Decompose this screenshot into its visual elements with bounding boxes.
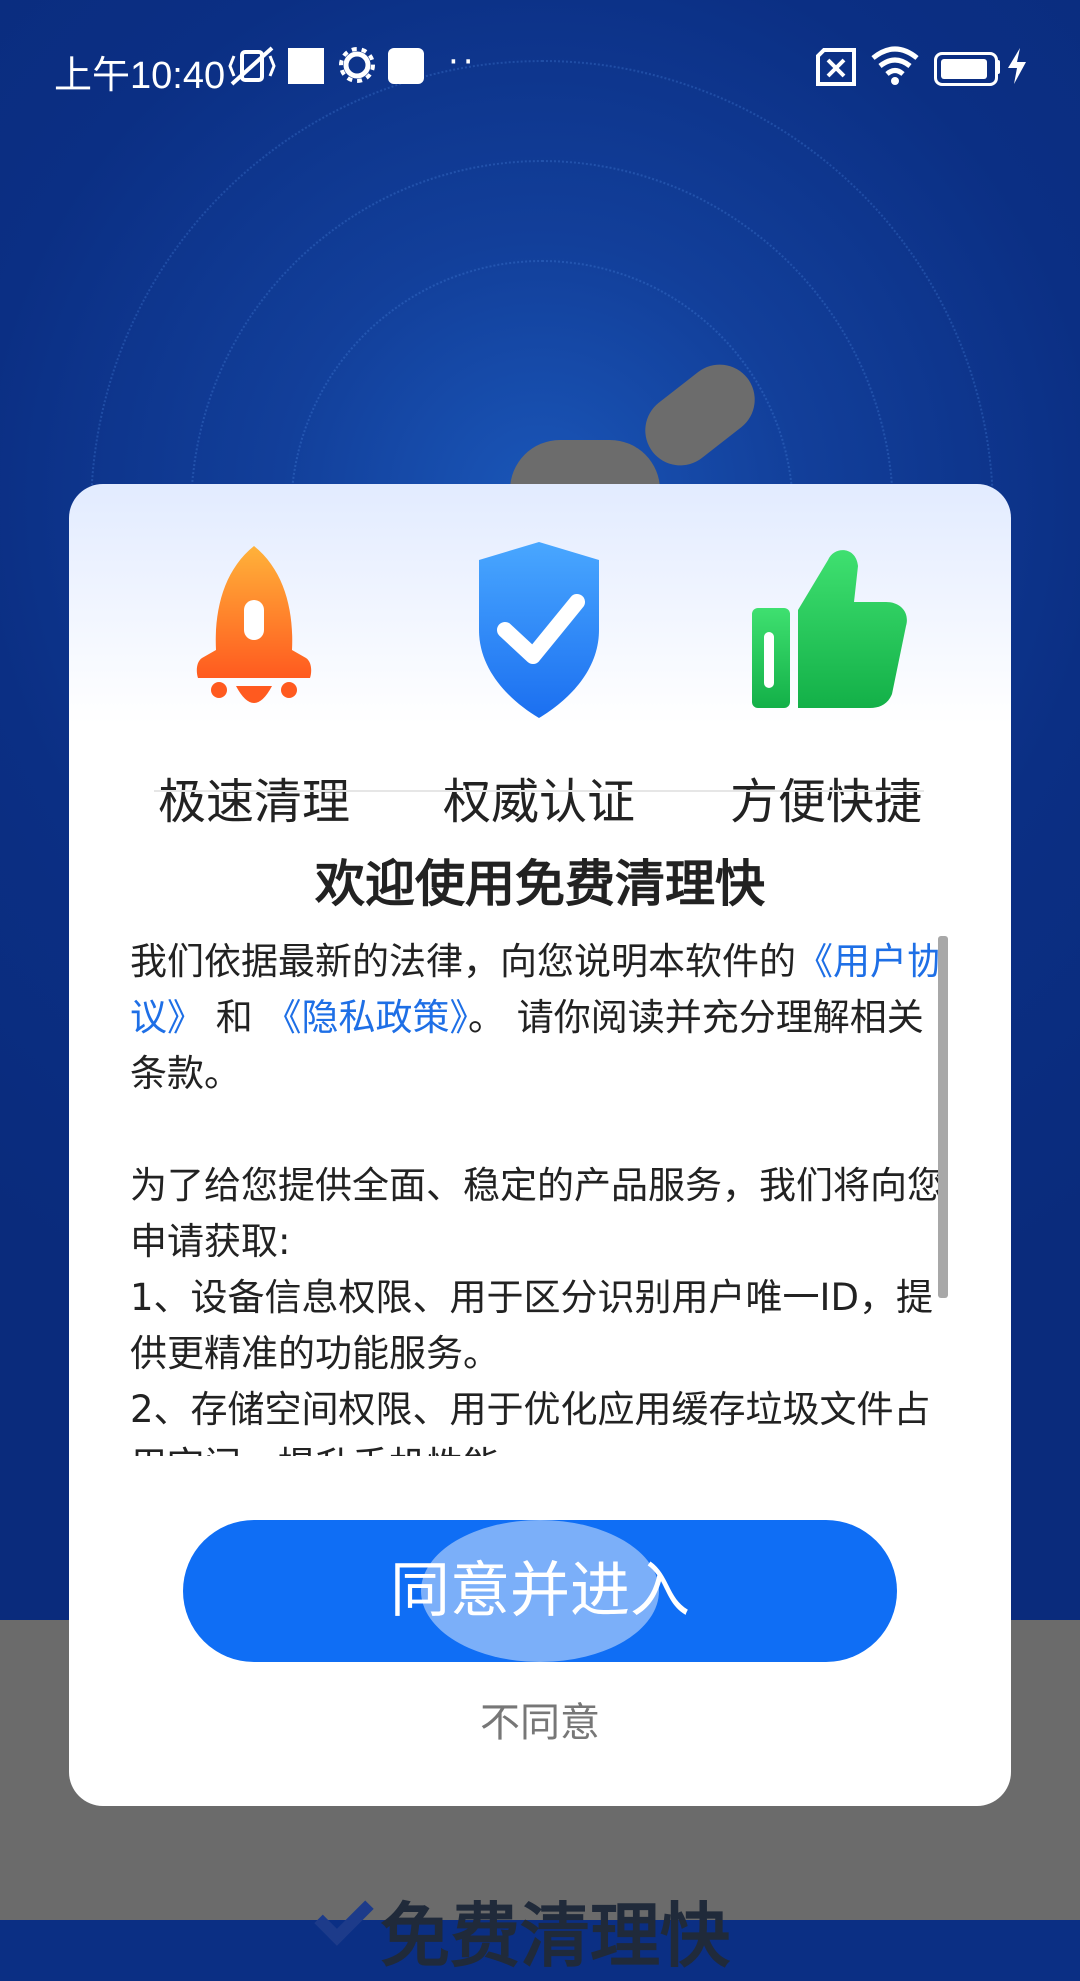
feature-fast-clean: 极速清理 [124,540,384,830]
mi-icon [388,48,424,84]
no-sim-icon [816,48,856,86]
wifi-icon [871,46,919,85]
terms-scrollbar[interactable] [938,936,948,1298]
terms-text: 我们依据最新的法律，向您说明本软件的《用户协议》 和 《隐私政策》。 请你阅读并… [130,934,950,1456]
permission-item-device: 1、设备信息权限、用于区分识别用户唯一ID，提供更精准的功能服务。 [130,1276,933,1375]
privacy-policy-link[interactable]: 《隐私政策》 [265,996,469,1039]
feature-label: 极速清理 [157,774,350,830]
terms-text-container: 我们依据最新的法律，向您说明本软件的《用户协议》 和 《隐私政策》。 请你阅读并… [130,934,950,1456]
battery-icon [934,52,998,86]
feature-authority: 权威认证 [409,540,669,830]
divider [154,790,924,792]
privacy-dialog: 极速清理 权威认证 方便快捷 欢迎使用免费清理快 我们依据最新的法律，向您说明本… [69,484,1011,1806]
feature-convenient: 方便快捷 [696,540,956,830]
terms-intro-text: 我们依据最新的法律，向您说明本软件的 [130,940,796,983]
feature-label: 权威认证 [442,774,635,830]
rocket-icon [196,546,312,703]
permission-intro: 为了给您提供全面、稳定的产品服务，我们将向您申请获取: [130,1164,944,1263]
status-bar: 上午10:40 ·· [0,0,1080,130]
permission-item-storage: 2、存储空间权限、用于优化应用缓存垃圾文件占用空间，提升手机性能 [130,1388,931,1456]
feature-label: 方便快捷 [729,774,922,830]
battery-nub [996,60,1000,74]
terms-scroll-area[interactable]: 我们依据最新的法律，向您说明本软件的《用户协议》 和 《隐私政策》。 请你阅读并… [130,934,952,1806]
more-dots-icon: ·· [448,42,478,82]
agree-and-enter-button[interactable]: 同意并进入 [183,1520,897,1662]
gear-icon [339,47,375,83]
background-app-title: 免费清理快 [380,1895,730,1977]
mute-vibrate-icon [228,46,276,86]
shield-check-icon [479,542,599,718]
dialog-title: 欢迎使用免费清理快 [315,855,765,913]
square-icon [288,48,324,84]
terms-and-text: 和 [215,996,253,1039]
charging-icon [1008,48,1026,84]
disagree-button[interactable]: 不同意 [69,1690,1011,1748]
agree-button-label: 同意并进入 [390,1556,690,1626]
status-time: 上午10:40 [54,55,226,97]
thumbs-up-icon [752,550,907,708]
